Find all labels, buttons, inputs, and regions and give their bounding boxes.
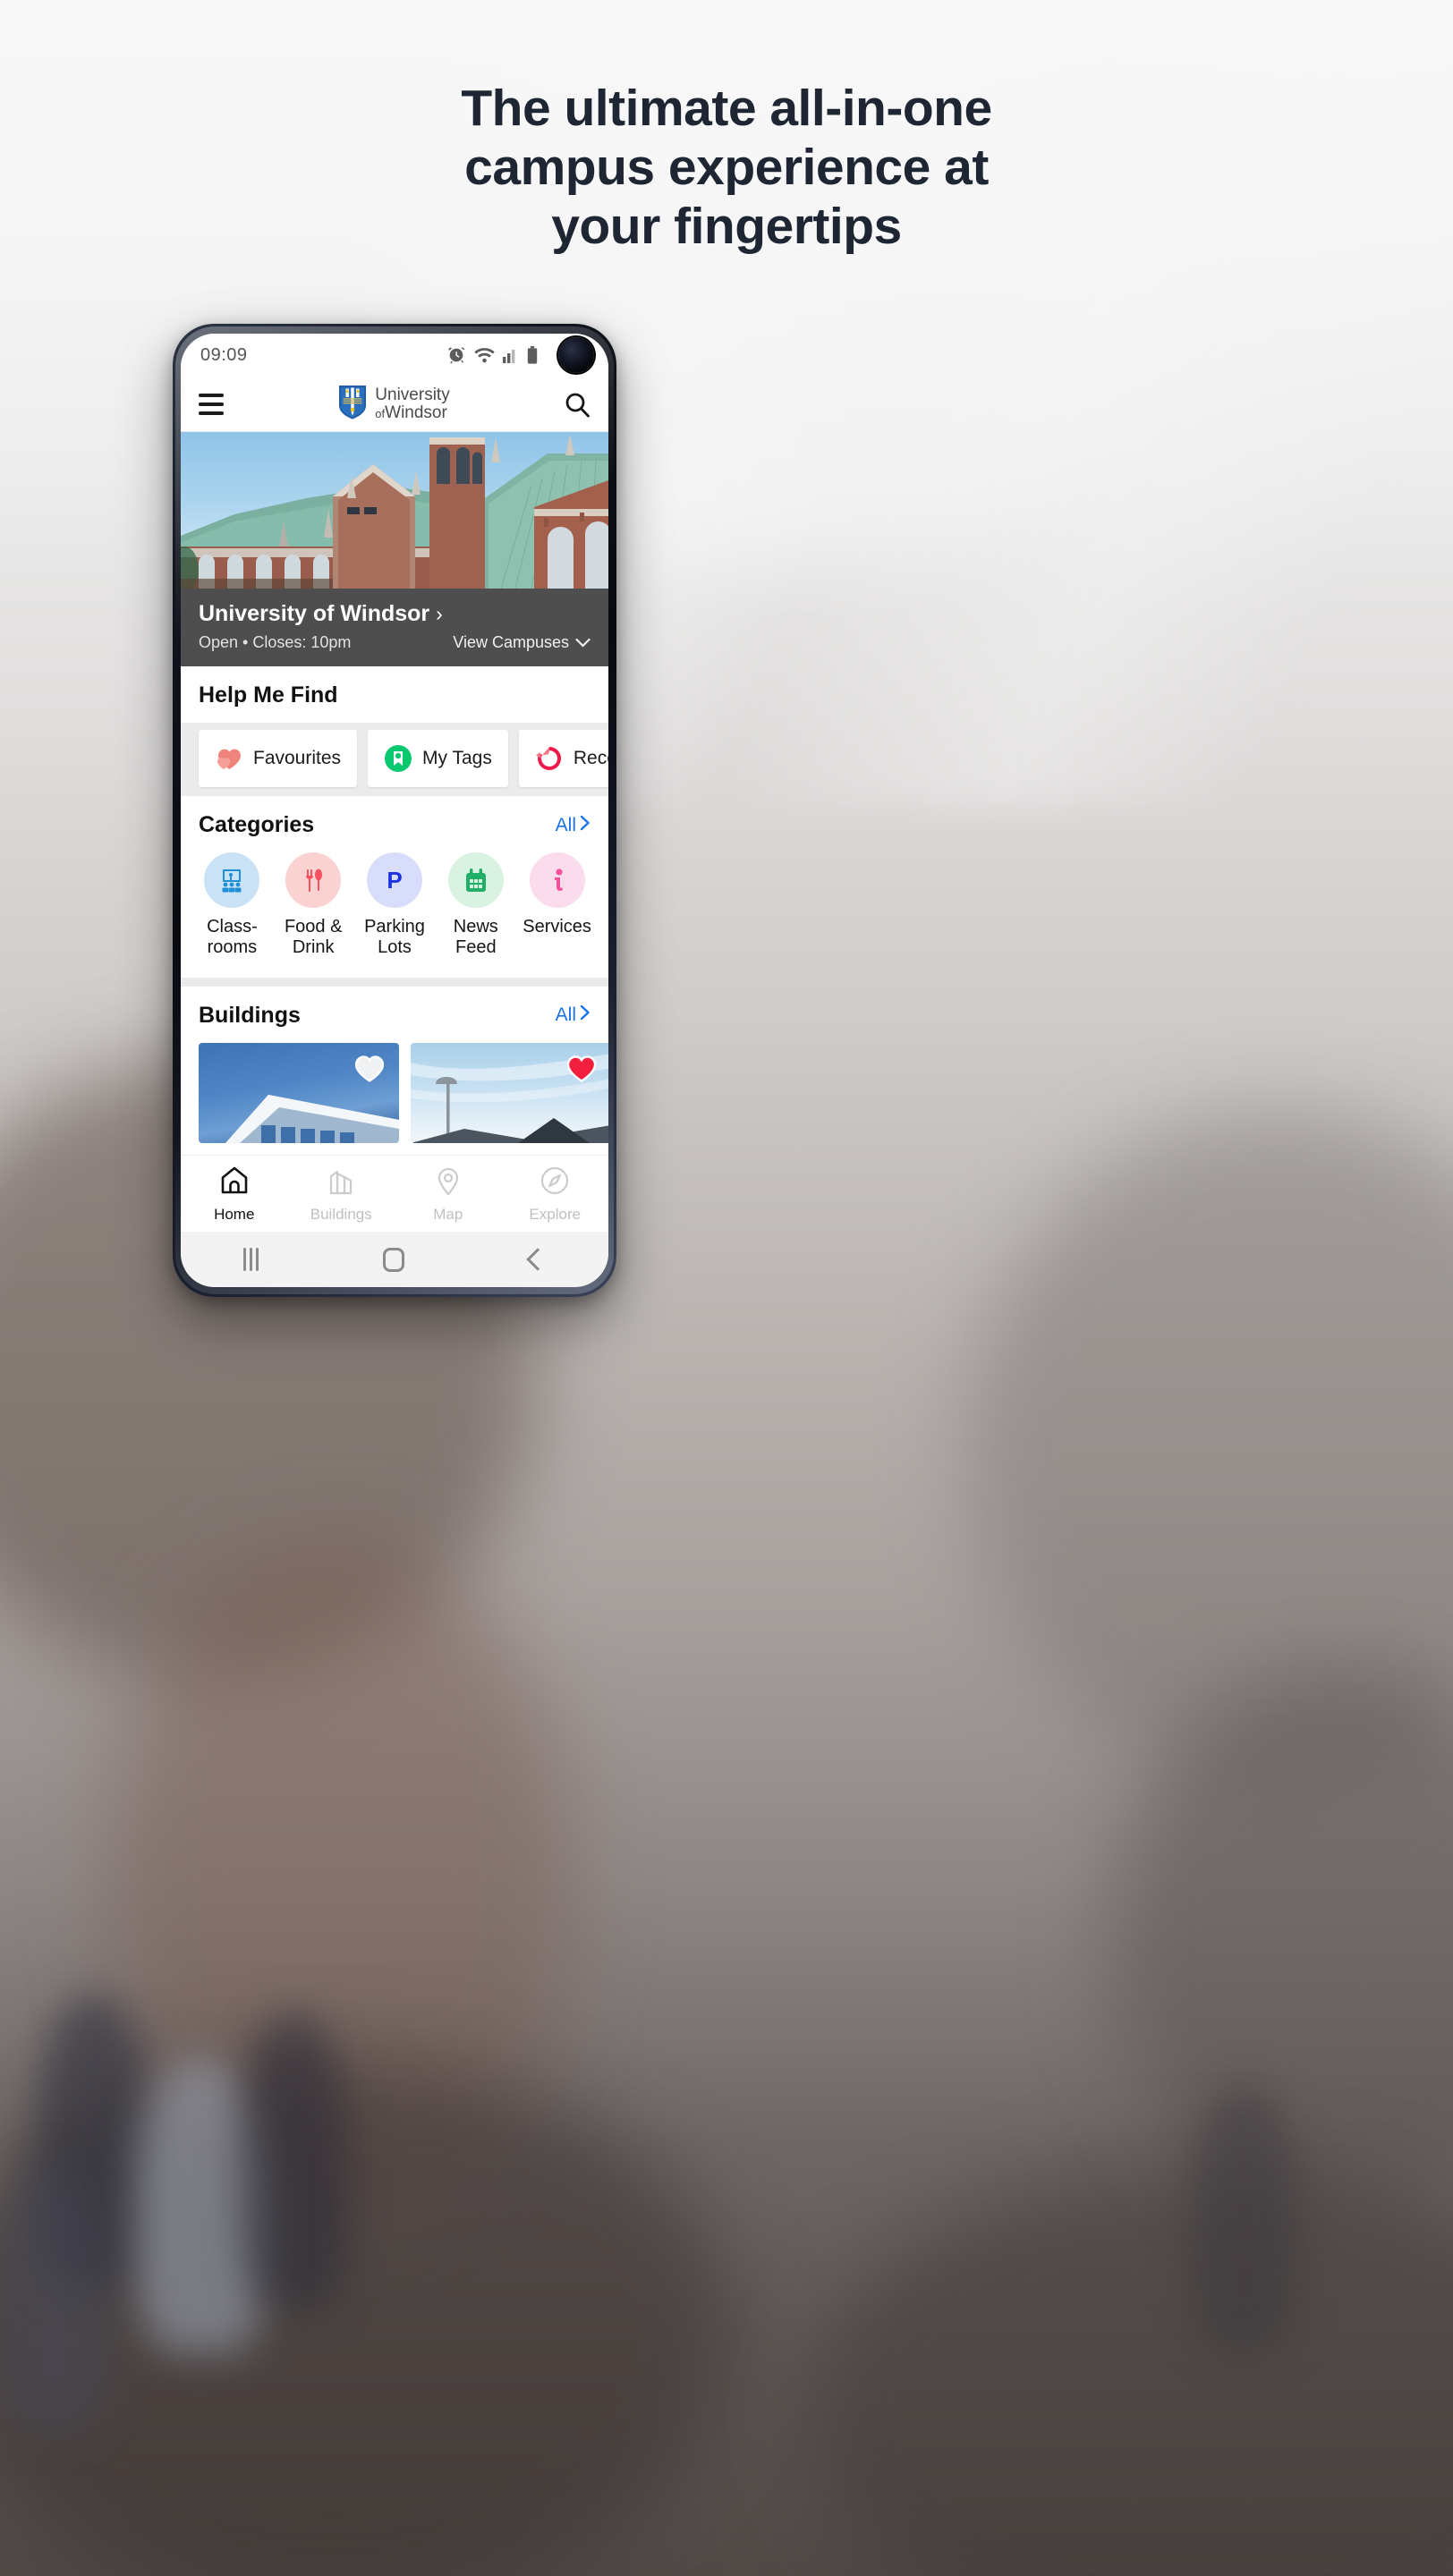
chevron-right-icon bbox=[580, 1004, 591, 1026]
nav-label: Explore bbox=[529, 1205, 582, 1223]
category-label-line1: Class- bbox=[207, 917, 258, 936]
category-label-line2: Feed bbox=[455, 936, 497, 957]
nav-label: Home bbox=[214, 1205, 255, 1223]
heart-icon bbox=[215, 744, 243, 773]
nav-item-explore[interactable]: Explore bbox=[502, 1165, 609, 1224]
chevron-right-icon bbox=[580, 815, 591, 836]
calendar-icon bbox=[447, 852, 504, 908]
fork-spoon-icon bbox=[285, 852, 342, 908]
phone-mockup: 09:09 University ofWindsor University of… bbox=[173, 324, 616, 1297]
recent-clock-icon bbox=[535, 744, 564, 773]
category-label-line1: News bbox=[453, 917, 498, 936]
category-label-line1: Parking bbox=[364, 917, 425, 936]
buildings-header: Buildings All bbox=[181, 986, 608, 1043]
chevron-down-icon bbox=[575, 633, 591, 652]
brand-logo: University ofWindsor bbox=[337, 384, 450, 424]
heart-filled-icon[interactable] bbox=[566, 1054, 597, 1082]
buildings-icon bbox=[325, 1165, 357, 1201]
signal-icon bbox=[503, 347, 519, 363]
bottom-navigation: Home Buildings Map Explore bbox=[181, 1155, 608, 1232]
alarm-icon bbox=[446, 345, 466, 365]
category-services[interactable]: Services bbox=[516, 852, 598, 958]
chip-label: Favourites bbox=[253, 748, 342, 768]
building-card-1[interactable] bbox=[199, 1042, 399, 1143]
campus-name-label: University of Windsor bbox=[199, 601, 430, 626]
campus-name-button[interactable]: University of Windsor › bbox=[199, 601, 591, 627]
headline-line-1: The ultimate all-in-one bbox=[461, 80, 992, 137]
category-news-feed[interactable]: News Feed bbox=[435, 852, 516, 958]
status-bar: 09:09 bbox=[181, 334, 608, 377]
category-label-line2: Drink bbox=[292, 936, 335, 957]
building-card-2[interactable] bbox=[411, 1042, 608, 1143]
parking-p-icon: P bbox=[366, 852, 422, 908]
category-parking-lots[interactable]: P Parking Lots bbox=[354, 852, 436, 958]
hamburger-menu-icon[interactable] bbox=[199, 393, 224, 415]
system-home-icon[interactable] bbox=[383, 1247, 405, 1272]
back-icon[interactable] bbox=[526, 1248, 549, 1271]
help-me-find-title: Help Me Find bbox=[199, 682, 338, 708]
section-divider bbox=[181, 977, 608, 987]
chip-my-tags[interactable]: My Tags bbox=[368, 730, 508, 787]
heart-outline-icon[interactable] bbox=[354, 1054, 385, 1082]
page-title: The ultimate all-in-one campus experienc… bbox=[0, 79, 1453, 256]
category-label-line2: Lots bbox=[378, 936, 412, 957]
all-label: All bbox=[555, 814, 576, 835]
headline-line-2: campus experience at bbox=[464, 139, 989, 197]
recents-icon[interactable] bbox=[242, 1248, 259, 1271]
view-campuses-label: View Campuses bbox=[453, 633, 569, 651]
nav-label: Buildings bbox=[310, 1205, 372, 1223]
campus-strip: University of Windsor › Open • Closes: 1… bbox=[181, 589, 608, 666]
category-label-line2: rooms bbox=[207, 936, 258, 957]
phone-screen: 09:09 University ofWindsor University of… bbox=[181, 334, 608, 1287]
battery-icon bbox=[527, 346, 538, 364]
brand-line-2: Windsor bbox=[385, 402, 447, 422]
status-time: 09:09 bbox=[200, 344, 248, 365]
chip-recent[interactable]: Recent bbox=[518, 730, 608, 787]
nav-item-home[interactable]: Home bbox=[181, 1165, 288, 1224]
search-icon[interactable] bbox=[564, 391, 591, 418]
home-icon bbox=[218, 1165, 251, 1201]
campus-hours: Open • Closes: 10pm bbox=[199, 633, 352, 651]
camera-punch-hole bbox=[558, 337, 594, 373]
nav-item-map[interactable]: Map bbox=[395, 1165, 502, 1224]
all-label: All bbox=[555, 1004, 576, 1026]
category-label-line1: Services bbox=[523, 917, 591, 936]
university-of-windsor-crest-icon bbox=[337, 384, 368, 424]
help-me-find-chips[interactable]: Favourites My Tags Rec bbox=[181, 723, 608, 796]
nav-label: Map bbox=[433, 1205, 463, 1223]
buildings-title: Buildings bbox=[199, 1002, 301, 1028]
buildings-carousel[interactable] bbox=[181, 1042, 608, 1143]
nav-item-buildings[interactable]: Buildings bbox=[288, 1165, 395, 1224]
brand-line-1: University bbox=[375, 386, 450, 405]
chip-favourites[interactable]: Favourites bbox=[199, 730, 358, 787]
map-pin-icon bbox=[432, 1165, 464, 1201]
classroom-icon bbox=[204, 852, 260, 908]
categories-all-link[interactable]: All bbox=[556, 815, 591, 836]
categories-title: Categories bbox=[199, 812, 315, 837]
chip-label: Recent bbox=[573, 748, 608, 768]
categories-header: Categories All bbox=[181, 796, 608, 852]
tag-pin-icon bbox=[384, 744, 412, 773]
svg-text:P: P bbox=[387, 867, 402, 894]
brand-of: of bbox=[375, 406, 386, 420]
wifi-icon bbox=[474, 347, 495, 363]
info-icon bbox=[529, 852, 585, 908]
system-navigation-bar bbox=[181, 1232, 608, 1287]
category-classrooms[interactable]: Class- rooms bbox=[191, 852, 273, 958]
categories-list: Class- rooms Food & Drink P Parking Lots… bbox=[181, 852, 608, 978]
compass-icon bbox=[539, 1165, 571, 1201]
category-label-line1: Food & bbox=[284, 917, 343, 936]
app-header: University ofWindsor bbox=[181, 377, 608, 432]
hero-image bbox=[181, 432, 608, 589]
headline-line-3: your fingertips bbox=[551, 198, 902, 256]
buildings-all-link[interactable]: All bbox=[556, 1004, 591, 1026]
chip-label: My Tags bbox=[422, 748, 492, 768]
view-campuses-button[interactable]: View Campuses bbox=[453, 633, 591, 652]
category-food-and-drink[interactable]: Food & Drink bbox=[273, 852, 354, 958]
help-me-find-header: Help Me Find bbox=[181, 666, 608, 723]
chevron-right-icon: › bbox=[436, 602, 443, 625]
